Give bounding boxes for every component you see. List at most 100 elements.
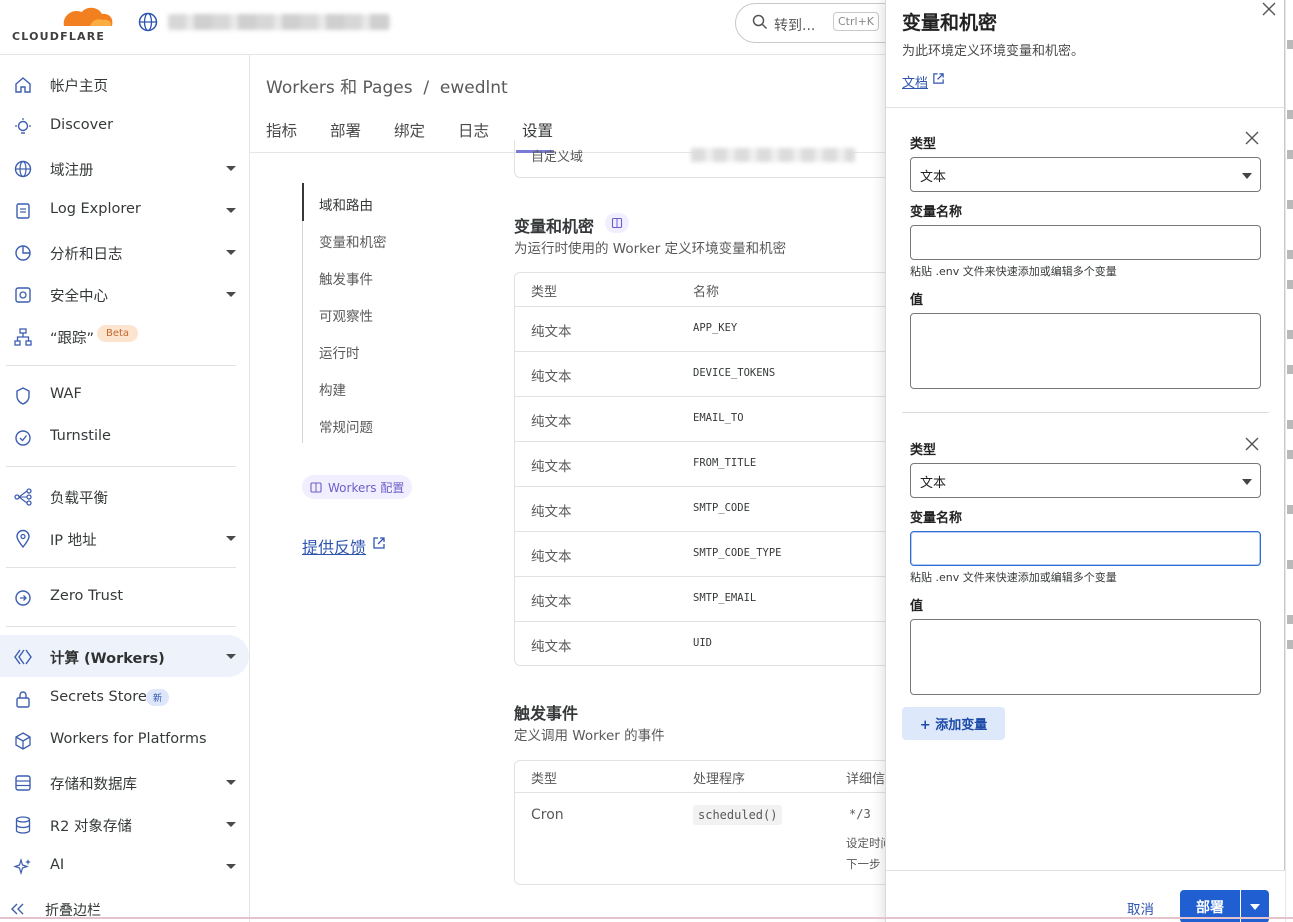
row-type: 纯文本 xyxy=(531,369,572,385)
sidebar-item-load-balancing[interactable]: 负载平衡 xyxy=(0,475,249,517)
sidebar-divider xyxy=(6,626,236,627)
value-textarea[interactable] xyxy=(910,619,1261,695)
search-shortcut: Ctrl+K xyxy=(833,12,880,31)
subnav-domains-routes[interactable]: 域和路由 xyxy=(319,194,373,214)
feedback-link[interactable]: 提供反馈 xyxy=(302,534,366,558)
table-row[interactable]: 纯文本 DEVICE_TOKENS xyxy=(515,352,885,397)
sidebar-item-ai[interactable]: AI xyxy=(0,845,249,887)
chevron-down-icon xyxy=(1250,904,1260,910)
breadcrumb: Workers 和 Pages / ewedlnt xyxy=(266,78,508,98)
subnav-observability[interactable]: 可观察性 xyxy=(319,305,373,325)
sidebar-item-ip-addresses[interactable]: IP 地址 xyxy=(0,517,249,559)
variable-name-input[interactable] xyxy=(910,531,1261,566)
sparkle-icon xyxy=(13,857,31,876)
column-header-type: 类型 xyxy=(531,285,558,300)
variables-section-subtitle: 为运行时使用的 Worker 定义环境变量和机密 xyxy=(514,241,787,257)
subnav-variables-secrets[interactable]: 变量和机密 xyxy=(319,231,387,251)
subnav-triggers[interactable]: 触发事件 xyxy=(319,268,373,288)
row-type: 纯文本 xyxy=(531,639,572,655)
sidebar-item-trace[interactable]: “跟踪” Beta xyxy=(0,315,249,357)
table-row[interactable]: 纯文本 UID xyxy=(515,622,885,665)
sidebar-item-turnstile[interactable]: Turnstile xyxy=(0,416,249,458)
column-header-name: 名称 xyxy=(693,285,720,300)
variables-drawer: 变量和机密 为此环境定义环境变量和机密。 文档 类型 文本 变量名称 粘贴 .e… xyxy=(885,0,1286,922)
value-textarea[interactable] xyxy=(910,313,1261,389)
cloudflare-logo[interactable]: CLOUDFLARE xyxy=(6,4,116,44)
tab-settings[interactable]: 设置 xyxy=(522,119,553,141)
tab-metrics[interactable]: 指标 xyxy=(266,119,297,141)
drawer-footer: 取消 部署 xyxy=(886,870,1286,922)
close-icon[interactable] xyxy=(1260,0,1278,18)
settings-subnav: 域和路由 变量和机密 触发事件 可观察性 运行时 构建 常规问题 xyxy=(302,183,462,443)
search-button[interactable]: 转到... Ctrl+K xyxy=(735,3,905,43)
type-select[interactable]: 文本 xyxy=(910,157,1261,192)
main-content: Workers 和 Pages / ewedlnt 指标 部署 绑定 日志 设置… xyxy=(250,55,885,922)
drawer-subtitle: 为此环境定义环境变量和机密。 xyxy=(902,44,1085,59)
add-variable-button[interactable]: + 添加变量 xyxy=(902,707,1005,740)
remove-variable-icon[interactable] xyxy=(1244,130,1260,146)
column-header-handler: 处理程序 xyxy=(693,772,746,787)
sidebar-item-log-explorer[interactable]: Log Explorer xyxy=(0,189,249,231)
chevron-down-icon xyxy=(226,822,236,827)
sidebar-item-discover[interactable]: Discover xyxy=(0,105,249,147)
trigger-detail-line: 下一步 xyxy=(846,857,881,871)
subnav-build[interactable]: 构建 xyxy=(319,379,346,399)
table-header: 类型 处理程序 详细信 xyxy=(515,761,885,793)
workers-icon xyxy=(14,649,32,665)
sidebar-divider xyxy=(6,365,236,366)
sidebar-item-workers-for-platforms[interactable]: Workers for Platforms xyxy=(0,719,249,761)
sidebar-item-domain-registration[interactable]: 域注册 xyxy=(0,147,249,189)
cancel-button[interactable]: 取消 xyxy=(1127,898,1154,918)
search-icon xyxy=(752,14,768,30)
custom-domain-redacted xyxy=(691,148,855,162)
trigger-detail-line: 设定时间 xyxy=(846,836,885,850)
globe-icon[interactable] xyxy=(138,12,158,32)
drawer-divider xyxy=(886,107,1286,108)
chevron-down-icon xyxy=(1242,173,1252,179)
sidebar-item-r2-storage[interactable]: R2 对象存储 xyxy=(0,803,249,845)
tab-bindings[interactable]: 绑定 xyxy=(394,119,425,141)
custom-domain-row: 自定义域 xyxy=(514,140,885,178)
column-header-detail: 详细信 xyxy=(846,772,885,787)
docs-chip[interactable] xyxy=(605,213,629,233)
row-name: APP_KEY xyxy=(693,322,738,334)
sidebar-item-analytics[interactable]: 分析和日志 xyxy=(0,231,249,273)
sidebar-item-zero-trust[interactable]: Zero Trust xyxy=(0,576,249,618)
sidebar-item-security-center[interactable]: 安全中心 xyxy=(0,273,249,315)
storage-icon xyxy=(15,816,31,834)
account-name-redacted[interactable] xyxy=(168,14,390,30)
sidebar-item-account-home[interactable]: 帐户主页 xyxy=(0,63,249,105)
sidebar-item-waf[interactable]: WAF xyxy=(0,374,249,416)
custom-domain-label: 自定义域 xyxy=(531,150,584,165)
docs-link[interactable]: 文档 xyxy=(902,72,928,91)
drawer-title: 变量和机密 xyxy=(902,12,998,34)
variable-name-label: 变量名称 xyxy=(910,511,963,526)
remove-variable-icon[interactable] xyxy=(1244,436,1260,452)
sidebar-item-secrets-store[interactable]: Secrets Store 新 xyxy=(0,677,249,719)
subnav-general[interactable]: 常规问题 xyxy=(319,416,373,436)
new-badge: 新 xyxy=(146,689,170,706)
cron-expression: */3 xyxy=(849,807,871,821)
table-row[interactable]: 纯文本 APP_KEY xyxy=(515,307,885,352)
triggers-section-subtitle: 定义调用 Worker 的事件 xyxy=(514,728,665,744)
sidebar-item-storage-databases[interactable]: 存储和数据库 xyxy=(0,761,249,803)
value-label: 值 xyxy=(910,599,924,614)
tab-logs[interactable]: 日志 xyxy=(458,119,489,141)
sidebar-item-compute-workers[interactable]: 计算 (Workers) xyxy=(0,635,249,677)
variable-name-input[interactable] xyxy=(910,225,1261,260)
type-select[interactable]: 文本 xyxy=(910,463,1261,498)
table-row[interactable]: 纯文本 EMAIL_TO xyxy=(515,397,885,442)
table-row[interactable]: 纯文本 SMTP_EMAIL xyxy=(515,577,885,622)
workers-config-label: Workers 配置 xyxy=(328,480,405,495)
row-type: 纯文本 xyxy=(531,459,572,475)
subnav-runtime[interactable]: 运行时 xyxy=(319,342,360,362)
triggers-section-title: 触发事件 xyxy=(514,704,579,723)
workers-config-link[interactable]: Workers 配置 xyxy=(302,475,413,499)
table-row[interactable]: 纯文本 SMTP_CODE_TYPE xyxy=(515,532,885,577)
table-row[interactable]: 纯文本 SMTP_CODE xyxy=(515,487,885,532)
tab-deployments[interactable]: 部署 xyxy=(330,119,361,141)
row-type: 纯文本 xyxy=(531,324,572,340)
chevron-down-icon xyxy=(226,780,236,785)
home-icon xyxy=(15,77,31,93)
table-row[interactable]: 纯文本 FROM_TITLE xyxy=(515,442,885,487)
